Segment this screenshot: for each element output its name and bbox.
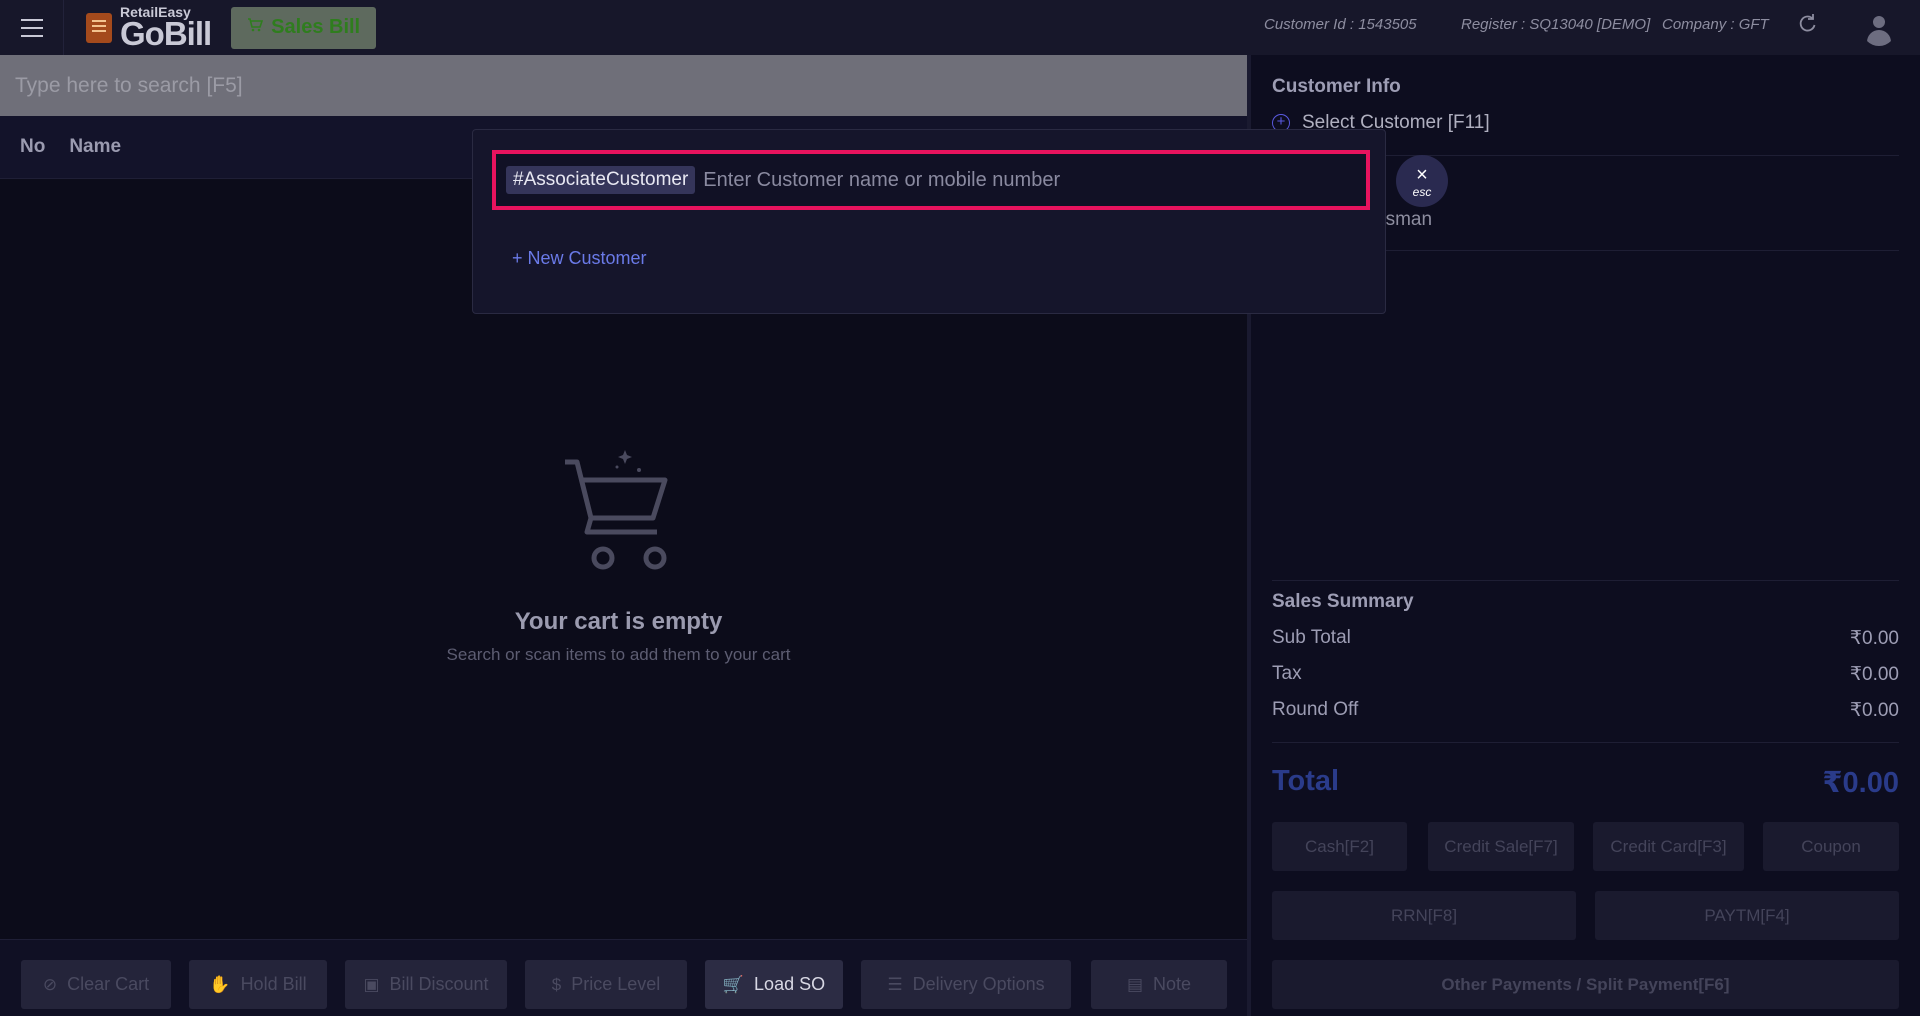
coupon-button[interactable]: Coupon <box>1763 822 1899 871</box>
tax-value: ₹0.00 <box>1849 664 1899 685</box>
total-label: Total <box>1272 765 1340 797</box>
round-off-label: Round Off <box>1272 699 1359 720</box>
close-modal-button[interactable]: × esc <box>1396 155 1448 207</box>
delivery-options-label: Delivery Options <box>912 974 1045 994</box>
delivery-options-button[interactable]: ☰ Delivery Options <box>861 960 1071 1009</box>
empty-cart-title: Your cart is empty <box>514 608 723 635</box>
note-icon: ▤ <box>1126 974 1144 994</box>
customer-search-field[interactable]: #AssociateCustomer <box>492 150 1370 210</box>
product-search-input[interactable]: Type here to search [F5] <box>0 55 1247 116</box>
close-icon: × <box>1416 163 1428 186</box>
clear-cart-label: Clear Cart <box>67 974 150 994</box>
esc-label: esc <box>1412 184 1432 199</box>
logo-icon <box>86 12 112 43</box>
sub-total-row: Sub Total ₹0.00 <box>1272 627 1899 650</box>
discount-icon: ▣ <box>363 974 380 994</box>
load-so-label: Load SO <box>754 974 826 994</box>
avatar-icon[interactable] <box>1862 12 1896 46</box>
hand-icon: ✋ <box>209 974 231 994</box>
register-info: Register : SQ13040 [DEMO] <box>1461 16 1651 33</box>
tax-label: Tax <box>1272 663 1302 684</box>
clear-cart-button[interactable]: ⊘ Clear Cart <box>21 960 171 1009</box>
credit-card-button[interactable]: Credit Card[F3] <box>1593 822 1744 871</box>
sales-bill-label: Sales Bill <box>271 16 361 38</box>
price-icon: $ <box>551 974 562 994</box>
company-info: Company : GFT <box>1662 16 1769 33</box>
sub-total-value: ₹0.00 <box>1849 628 1899 649</box>
round-off-row: Round Off ₹0.00 <box>1272 699 1899 722</box>
new-customer-link[interactable]: + New Customer <box>512 248 647 269</box>
empty-cart-icon <box>555 440 685 580</box>
total-row: Total ₹0.00 <box>1272 765 1899 800</box>
associate-customer-tag: #AssociateCustomer <box>506 166 696 194</box>
sales-bill-button[interactable]: Sales Bill <box>231 6 377 49</box>
customer-info-title: Customer Info <box>1272 76 1401 97</box>
top-bar: RetailEasy GoBill Sales Bill Customer Id… <box>0 0 1920 55</box>
empty-cart-subtitle: Search or scan items to add them to your… <box>446 645 791 664</box>
sales-summary-title: Sales Summary <box>1272 591 1414 612</box>
logo-big-text: GoBill <box>120 15 212 52</box>
note-button[interactable]: ▤ Note <box>1091 960 1227 1009</box>
credit-sale-button[interactable]: Credit Sale[F7] <box>1428 822 1574 871</box>
note-label: Note <box>1153 974 1192 994</box>
associate-customer-modal: #AssociateCustomer + New Customer <box>472 129 1386 314</box>
paytm-button[interactable]: PAYTM[F4] <box>1595 891 1899 940</box>
bill-discount-label: Bill Discount <box>389 974 489 994</box>
customer-id: Customer Id : 1543505 <box>1264 16 1417 33</box>
divider <box>1272 580 1899 581</box>
menu-button[interactable] <box>0 0 64 55</box>
hamburger-icon <box>20 16 43 40</box>
sub-total-label: Sub Total <box>1272 627 1351 648</box>
price-level-label: Price Level <box>571 974 661 994</box>
round-off-value: ₹0.00 <box>1849 700 1899 721</box>
cart-load-icon: 🛒 <box>722 974 745 994</box>
column-name: Name <box>69 136 122 157</box>
app-logo: RetailEasy GoBill <box>86 0 212 55</box>
delivery-icon: ☰ <box>887 974 903 994</box>
bill-discount-button[interactable]: ▣ Bill Discount <box>345 960 507 1009</box>
price-level-button[interactable]: $ Price Level <box>525 960 687 1009</box>
customer-search-input[interactable] <box>703 168 1366 192</box>
divider <box>1272 742 1899 743</box>
tax-row: Tax ₹0.00 <box>1272 663 1899 686</box>
hold-bill-button[interactable]: ✋ Hold Bill <box>189 960 327 1009</box>
total-value: ₹0.00 <box>1822 767 1899 799</box>
hold-bill-label: Hold Bill <box>240 974 307 994</box>
refresh-icon[interactable] <box>1796 12 1818 41</box>
cart-icon <box>247 17 264 38</box>
load-so-button[interactable]: 🛒 Load SO <box>705 960 843 1009</box>
cash-button[interactable]: Cash[F2] <box>1272 822 1407 871</box>
bottom-action-bar: ⊘ Clear Cart ✋ Hold Bill ▣ Bill Discount $ P… <box>0 939 1247 1016</box>
clear-icon: ⊘ <box>42 974 58 994</box>
rrn-button[interactable]: RRN[F8] <box>1272 891 1576 940</box>
other-payments-button[interactable]: Other Payments / Split Payment[F6] <box>1272 960 1899 1009</box>
column-no: No <box>20 136 46 157</box>
